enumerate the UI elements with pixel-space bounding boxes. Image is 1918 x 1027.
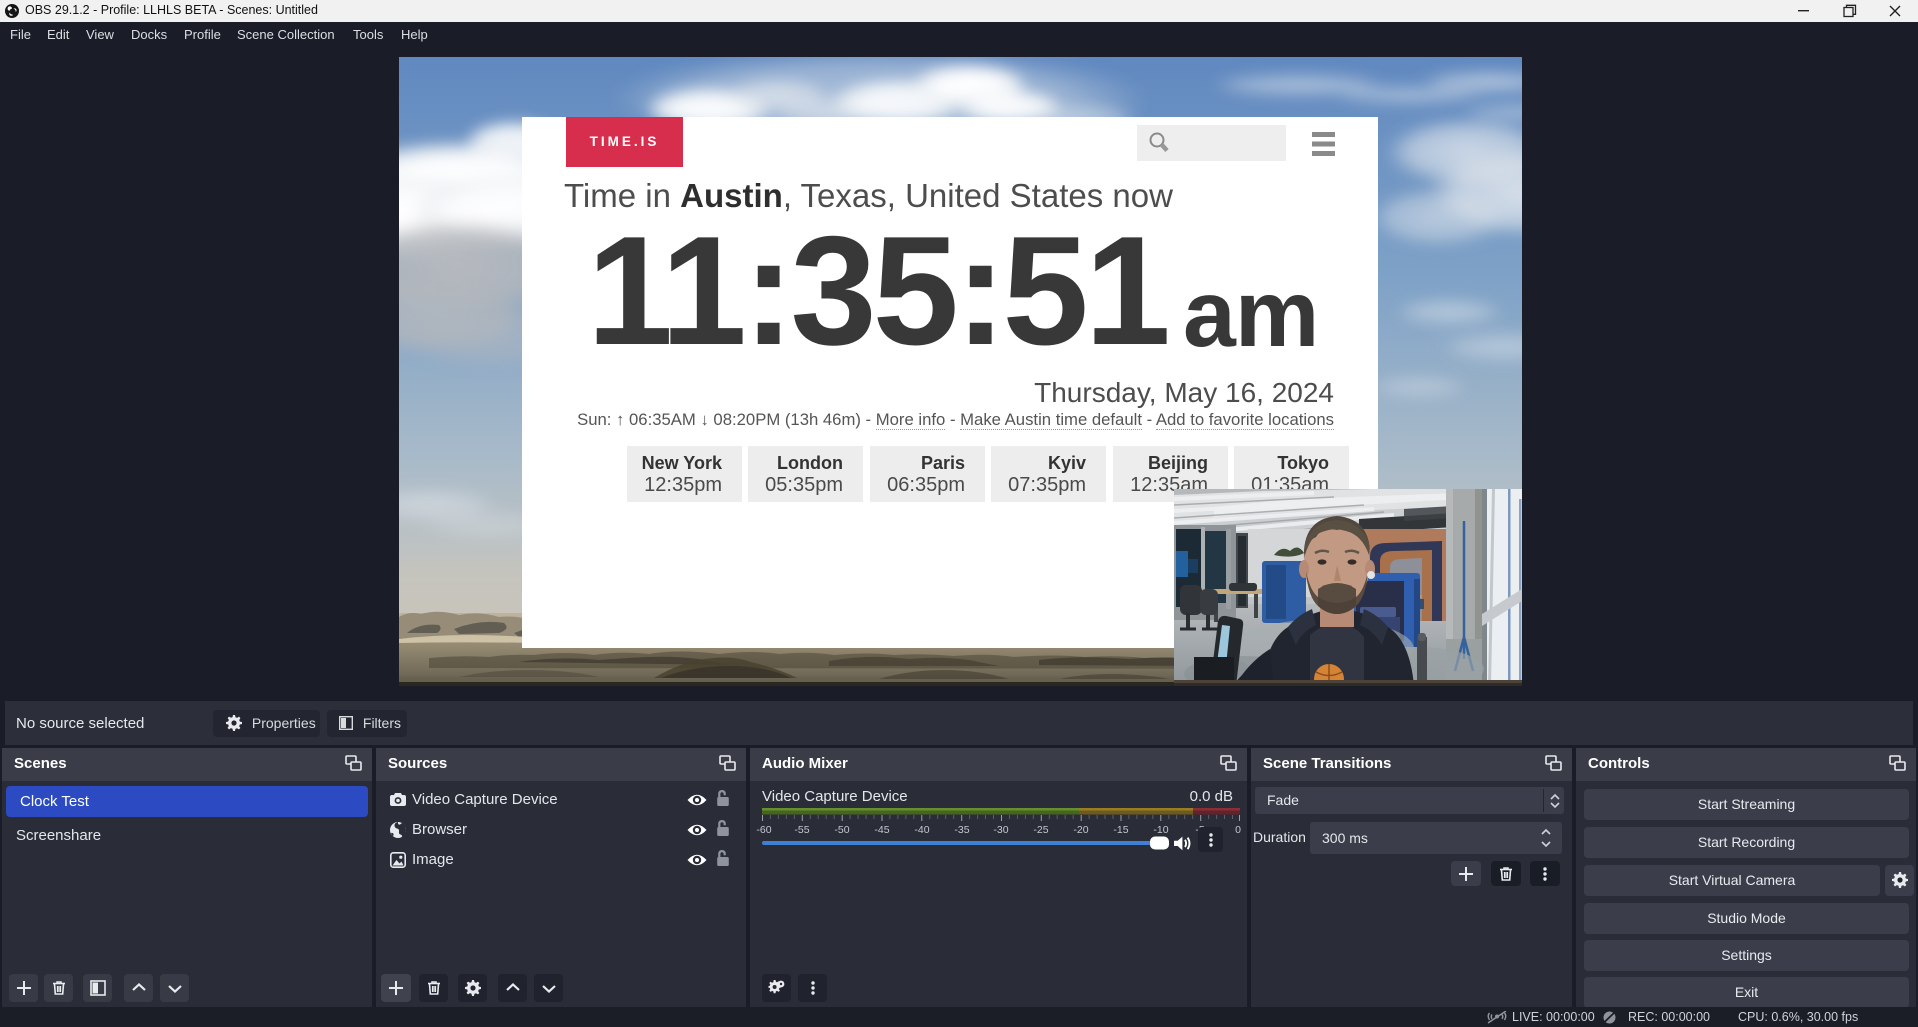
svg-text:-55: -55: [794, 824, 809, 836]
svg-text:-60: -60: [756, 824, 771, 836]
svg-text:-10: -10: [1153, 824, 1168, 836]
svg-text:-45: -45: [874, 824, 889, 836]
svg-text:-40: -40: [914, 824, 929, 836]
svg-text:-15: -15: [1113, 824, 1128, 836]
svg-text:-35: -35: [954, 824, 969, 836]
svg-text:0: 0: [1235, 824, 1241, 836]
svg-text:-20: -20: [1073, 824, 1088, 836]
svg-text:-25: -25: [1033, 824, 1048, 836]
svg-text:-30: -30: [993, 824, 1008, 836]
svg-text:-50: -50: [834, 824, 849, 836]
